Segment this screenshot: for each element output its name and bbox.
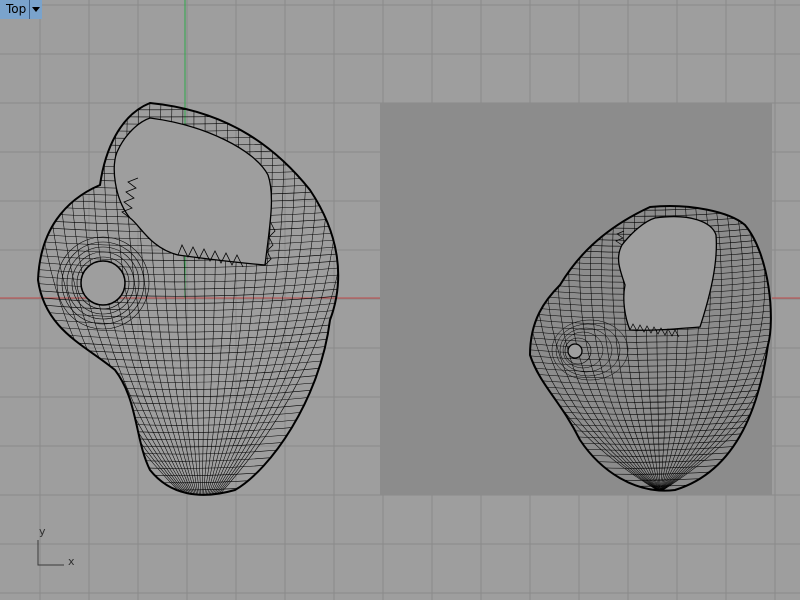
mesh-opening-left: [113, 117, 273, 266]
mesh-object-left[interactable]: [30, 100, 351, 504]
scene: [30, 100, 772, 566]
viewport-title-bar: Top: [0, 0, 43, 19]
viewport-top[interactable]: y x Top: [0, 0, 800, 600]
viewport-menu-button[interactable]: [30, 0, 43, 19]
mesh-opening-right: [617, 215, 718, 331]
chevron-down-icon: [32, 6, 41, 12]
viewport-title[interactable]: Top: [0, 0, 31, 19]
axis-widget: [37, 540, 64, 566]
axis-y-label: y: [39, 525, 46, 538]
axis-x-label: x: [68, 555, 75, 568]
